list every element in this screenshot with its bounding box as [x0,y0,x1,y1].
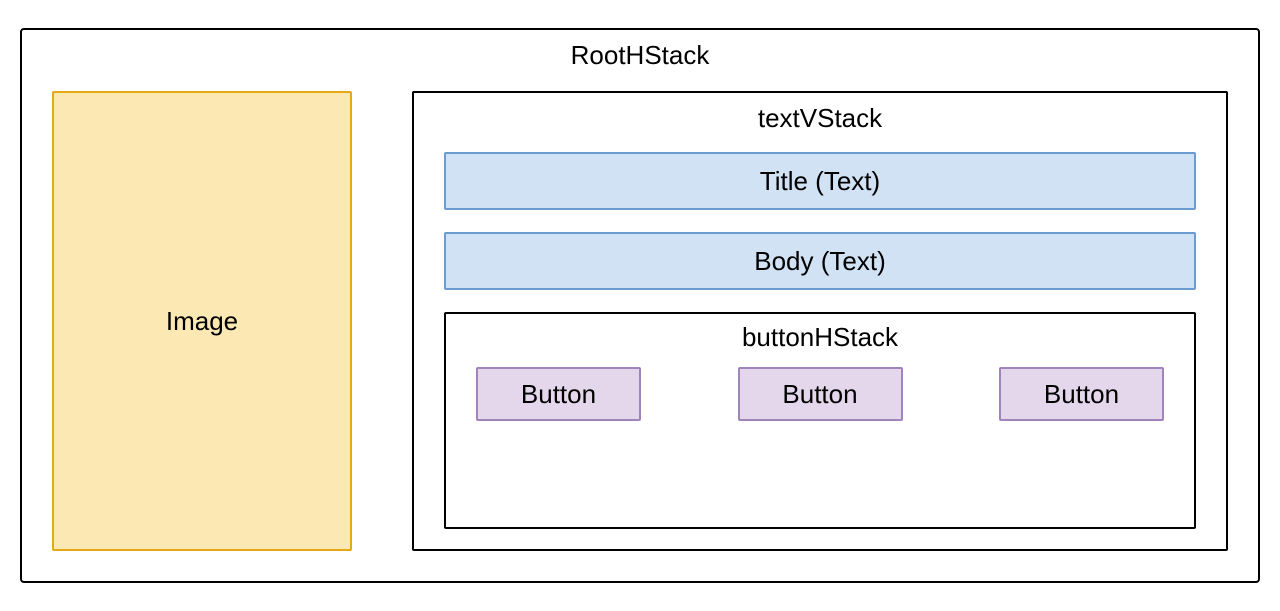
text-vstack-container: textVStack Title (Text) Body (Text) butt… [412,91,1228,551]
button-box-1: Button [476,367,641,421]
button-hstack-container: buttonHStack Button Button Button [444,312,1196,529]
button-box-3: Button [999,367,1164,421]
root-hstack-container: RootHStack Image textVStack Title (Text)… [20,28,1260,583]
button-hstack-label: buttonHStack [476,322,1164,353]
button-box-2: Button [738,367,903,421]
title-text-box: Title (Text) [444,152,1196,210]
body-text-box: Body (Text) [444,232,1196,290]
root-hstack-label: RootHStack [52,40,1228,71]
text-vstack-label: textVStack [444,103,1196,134]
image-placeholder: Image [52,91,352,551]
root-content-row: Image textVStack Title (Text) Body (Text… [52,91,1228,551]
button-row: Button Button Button [476,367,1164,421]
